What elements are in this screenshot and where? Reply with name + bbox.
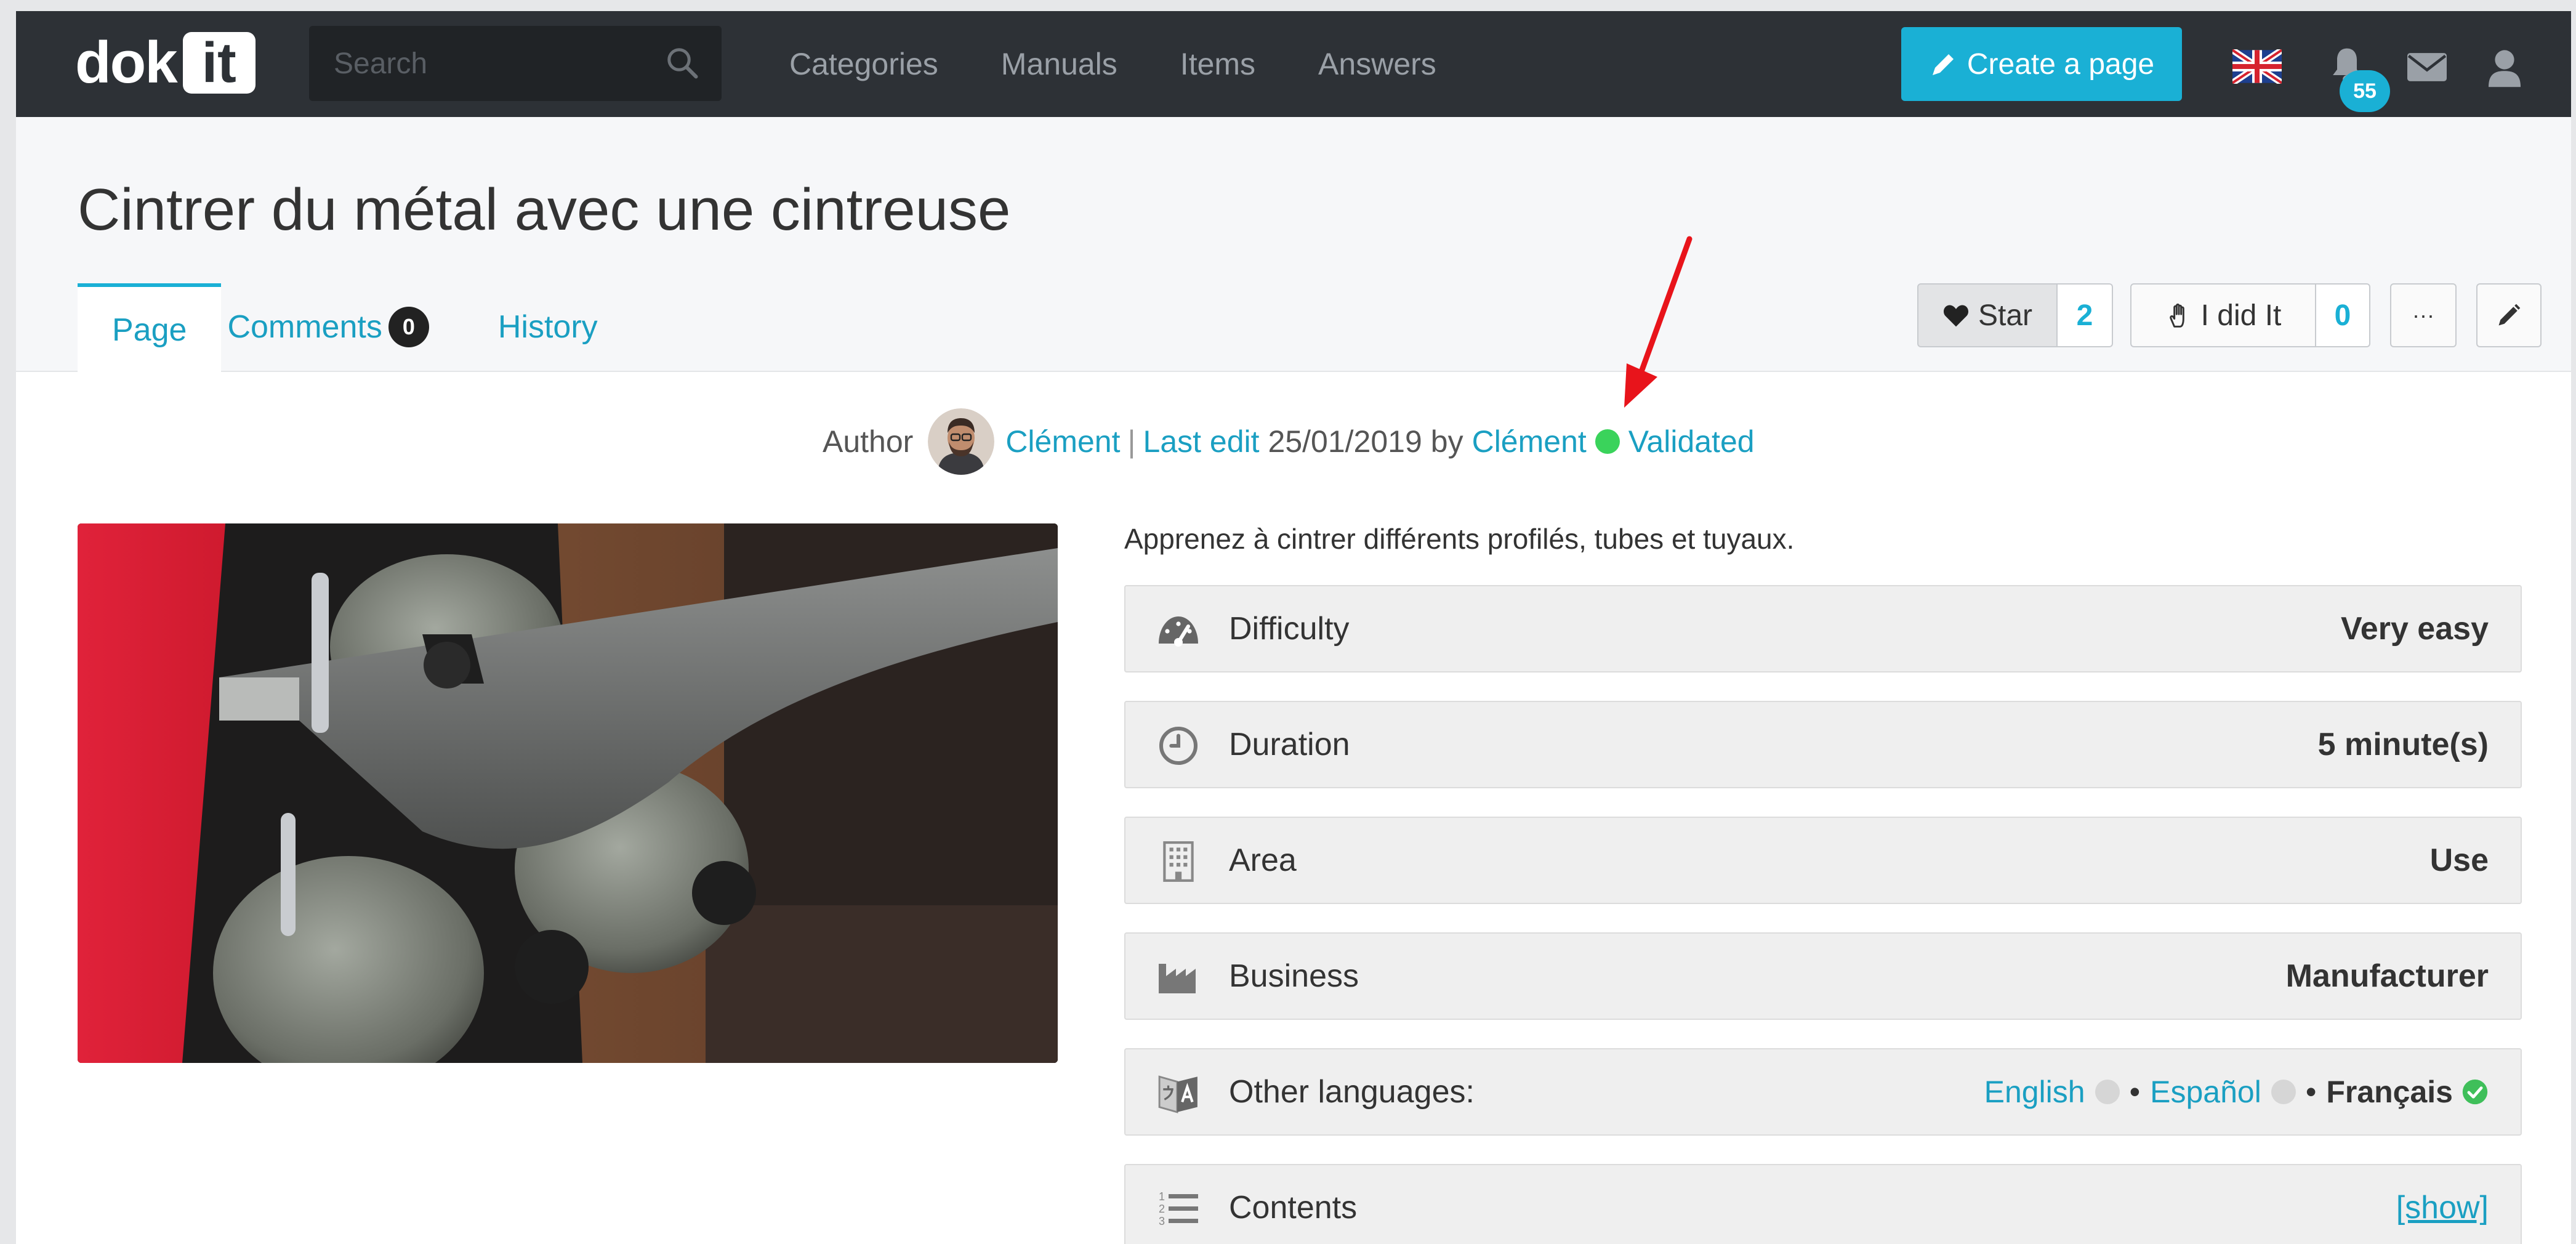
duration-value: 5 minute(s) bbox=[2317, 727, 2489, 762]
create-page-button[interactable]: Create a page bbox=[1901, 27, 2182, 101]
tab-comments[interactable]: Comments 0 bbox=[221, 282, 463, 372]
nav-categories[interactable]: Categories bbox=[789, 46, 938, 82]
language-english-link[interactable]: English bbox=[1984, 1074, 2085, 1110]
business-value: Manufacturer bbox=[2285, 958, 2489, 994]
top-navbar: dok it Categories Manuals Items Answers … bbox=[16, 11, 2571, 117]
business-label: Business bbox=[1229, 958, 1359, 994]
by-label: by bbox=[1430, 424, 1463, 459]
area-label: Area bbox=[1229, 842, 1297, 878]
edit-button[interactable] bbox=[2476, 283, 2542, 347]
page-intro: Apprenez à cintrer différents profilés, … bbox=[1124, 523, 1795, 555]
i-did-it-label: I did It bbox=[2200, 299, 2282, 332]
heart-icon bbox=[1943, 305, 1968, 327]
nav-manuals[interactable]: Manuals bbox=[1001, 46, 1117, 82]
language-bullet: • bbox=[2129, 1075, 2141, 1109]
svg-text:3: 3 bbox=[1159, 1215, 1165, 1227]
star-button[interactable]: Star bbox=[1917, 283, 2058, 347]
main-photo[interactable] bbox=[78, 523, 1058, 1063]
info-row-difficulty: Difficulty Very easy bbox=[1124, 585, 2522, 672]
annotation-arrow-icon bbox=[1624, 236, 1693, 408]
contents-label: Contents bbox=[1229, 1190, 1358, 1226]
clock-icon bbox=[1159, 726, 1198, 765]
logo-box: it bbox=[182, 32, 256, 94]
info-row-contents: 1 2 3 Contents [show] bbox=[1124, 1164, 2522, 1244]
gauge-icon bbox=[1159, 616, 1198, 647]
info-row-area: Area Use bbox=[1124, 817, 2522, 904]
user-icon[interactable] bbox=[2489, 48, 2521, 87]
last-edit-date: 25/01/2019 bbox=[1268, 424, 1422, 459]
tab-page-label: Page bbox=[112, 312, 187, 348]
pencil-icon bbox=[2498, 304, 2521, 326]
nav-items[interactable]: Items bbox=[1180, 46, 1255, 82]
dokit-logo[interactable]: dok it bbox=[75, 32, 256, 94]
building-icon bbox=[1163, 841, 1194, 882]
tab-comments-label: Comments bbox=[227, 309, 382, 345]
svg-text:1: 1 bbox=[1159, 1190, 1165, 1203]
show-contents-link[interactable]: [show] bbox=[2396, 1165, 2489, 1244]
author-link[interactable]: Clément bbox=[1005, 424, 1120, 459]
main-nav: Categories Manuals Items Answers bbox=[789, 11, 1499, 117]
english-status-dot bbox=[2095, 1080, 2120, 1104]
difficulty-label: Difficulty bbox=[1229, 611, 1350, 647]
tab-history[interactable]: History bbox=[464, 282, 632, 372]
more-options-label: ··· bbox=[2412, 302, 2434, 328]
numbered-list-icon: 1 2 3 bbox=[1159, 1190, 1198, 1227]
translate-icon bbox=[1158, 1075, 1197, 1113]
duration-label: Duration bbox=[1229, 727, 1350, 762]
search-box bbox=[309, 26, 722, 101]
language-french-current: Français bbox=[2326, 1075, 2453, 1109]
notification-count-badge[interactable]: 55 bbox=[2340, 70, 2390, 112]
last-edit-link[interactable]: Last edit bbox=[1143, 424, 1260, 459]
language-spanish-link[interactable]: Español bbox=[2150, 1074, 2261, 1110]
uk-flag-icon[interactable] bbox=[2232, 49, 2282, 84]
logo-text: dok bbox=[75, 30, 178, 95]
pencil-icon bbox=[1932, 54, 1954, 75]
tab-history-label: History bbox=[497, 309, 598, 345]
language-list: English • Español • Français bbox=[1984, 1049, 2489, 1134]
difficulty-value: Very easy bbox=[2340, 611, 2489, 647]
svg-text:2: 2 bbox=[1159, 1203, 1165, 1215]
page-tabs: Page Comments 0 History bbox=[78, 282, 632, 373]
page-title: Cintrer du métal avec une cintreuse bbox=[78, 177, 1011, 243]
i-did-it-button[interactable]: I did It bbox=[2130, 283, 2316, 347]
factory-icon bbox=[1159, 964, 1196, 993]
author-label: Author bbox=[823, 424, 914, 459]
info-row-duration: Duration 5 minute(s) bbox=[1124, 701, 2522, 788]
hand-icon bbox=[2169, 303, 2184, 328]
page-meta: Author Clément | Last edit 25/01/2019 by… bbox=[823, 406, 1755, 477]
search-icon[interactable] bbox=[664, 44, 701, 81]
mail-icon[interactable] bbox=[2407, 53, 2447, 81]
validated-status-link[interactable]: Validated bbox=[1628, 424, 1755, 459]
spanish-status-dot bbox=[2271, 1080, 2296, 1104]
info-row-business: Business Manufacturer bbox=[1124, 932, 2522, 1020]
star-label: Star bbox=[1978, 299, 2033, 332]
page-content: Author Clément | Last edit 25/01/2019 by… bbox=[16, 372, 2571, 1244]
search-input[interactable] bbox=[309, 26, 722, 101]
page-header: Cintrer du métal avec une cintreuse Page… bbox=[16, 117, 2571, 373]
tab-page[interactable]: Page bbox=[78, 283, 222, 373]
meta-separator: | bbox=[1127, 424, 1136, 459]
star-count: 2 bbox=[2058, 283, 2113, 347]
nav-answers[interactable]: Answers bbox=[1318, 46, 1436, 82]
validated-status-dot bbox=[1595, 429, 1620, 454]
language-bullet: • bbox=[2305, 1075, 2317, 1109]
create-page-label: Create a page bbox=[1966, 47, 2155, 81]
author-avatar[interactable] bbox=[928, 408, 995, 475]
check-circle-icon bbox=[2462, 1079, 2488, 1105]
i-did-it-count: 0 bbox=[2316, 283, 2370, 347]
area-value: Use bbox=[2429, 842, 2489, 878]
info-row-languages: Other languages: English • Español • Fra… bbox=[1124, 1048, 2522, 1136]
comments-count-badge: 0 bbox=[388, 307, 429, 347]
more-options-button[interactable]: ··· bbox=[2390, 283, 2457, 347]
languages-label: Other languages: bbox=[1229, 1074, 1475, 1110]
editor-link[interactable]: Clément bbox=[1472, 424, 1587, 459]
